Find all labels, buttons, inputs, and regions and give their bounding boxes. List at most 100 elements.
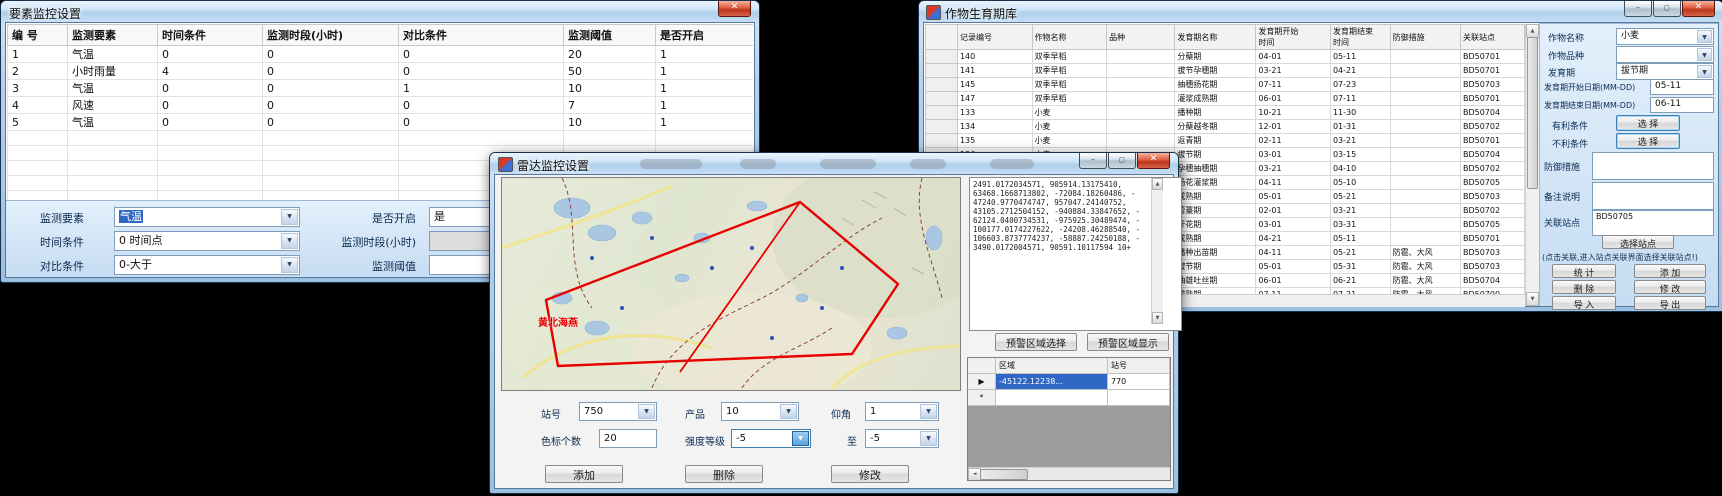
scroll-up-icon[interactable]: ▲: [1526, 24, 1539, 38]
table-row[interactable]: 3气温001101: [8, 80, 754, 97]
station-label: 站号: [541, 406, 561, 421]
time-condition-combo[interactable]: 0 时间点 ▼: [114, 231, 300, 251]
close-button[interactable]: ✕: [1137, 153, 1170, 169]
column-header: 记录编号: [957, 25, 1032, 50]
table-row[interactable]: 147双季早稻灌浆成熟期06-0107-11BD50701: [926, 92, 1525, 106]
import-button[interactable]: 导 入: [1552, 296, 1616, 310]
column-header: 监测要素: [68, 25, 158, 46]
crop-name-label: 作物名称: [1548, 31, 1584, 44]
intensity-combo[interactable]: -5 ▼: [731, 429, 811, 448]
table-row[interactable]: 140双季早稻分蘖期04-0105-11BD50701: [926, 50, 1525, 64]
table-row[interactable]: 133小麦播种期10-2111-30BD50704: [926, 106, 1525, 120]
chevron-down-icon[interactable]: ▼: [780, 404, 797, 419]
column-header: [926, 25, 958, 50]
favorable-select-button[interactable]: 选 择: [1616, 115, 1680, 131]
intensity-to-combo[interactable]: -5 ▼: [865, 429, 939, 448]
chevron-down-icon[interactable]: ▼: [1697, 30, 1712, 43]
chevron-down-icon[interactable]: ▼: [792, 431, 809, 446]
chevron-down-icon[interactable]: ▼: [638, 404, 655, 419]
station-cell[interactable]: 770: [1108, 374, 1170, 390]
chevron-down-icon[interactable]: ▼: [1697, 65, 1712, 78]
scroll-down-icon[interactable]: ▼: [1526, 292, 1539, 306]
remark-textarea[interactable]: [1592, 182, 1714, 210]
colorcount-field[interactable]: 20: [599, 429, 657, 448]
chevron-down-icon[interactable]: ▼: [1697, 48, 1712, 61]
row-selector-icon[interactable]: ▶: [968, 374, 996, 390]
column-header: 时间条件: [158, 25, 263, 46]
column-header: 防御措施: [1390, 25, 1460, 50]
element-monitor-titlebar[interactable]: 要素监控设置 ✕: [1, 1, 759, 22]
modify-button[interactable]: 修 改: [1634, 280, 1706, 294]
region-row[interactable]: ▶ -45122.12238... 770: [968, 374, 1170, 390]
scroll-thumb[interactable]: [980, 469, 1028, 480]
table-row[interactable]: 145双季早稻抽穗扬花期07-1107-23BD50703: [926, 78, 1525, 92]
station-cell[interactable]: [1108, 390, 1170, 406]
stage-end-field[interactable]: 06-11: [1650, 97, 1714, 113]
linked-station-field[interactable]: BD50705: [1592, 210, 1714, 236]
table-row[interactable]: 1气温000201: [8, 46, 754, 63]
chevron-down-icon[interactable]: ▼: [281, 209, 298, 225]
table-row[interactable]: 5气温000101: [8, 114, 754, 131]
elevation-combo[interactable]: 1 ▼: [865, 402, 939, 421]
unfavorable-label: 不利条件: [1552, 137, 1588, 150]
growth-stage-combo[interactable]: 拔节期 ▼: [1616, 63, 1714, 80]
warning-region-map[interactable]: 黄北海燕: [501, 177, 961, 391]
close-button[interactable]: ✕: [718, 1, 751, 17]
app-icon: [926, 5, 941, 20]
period-label: 监测时段(小时): [306, 234, 416, 250]
export-button[interactable]: 导 出: [1634, 296, 1706, 310]
product-combo[interactable]: 10 ▼: [721, 402, 799, 421]
chevron-down-icon[interactable]: ▼: [281, 257, 298, 273]
app-icon: [498, 157, 513, 172]
column-header: 关联站点: [1460, 25, 1524, 50]
table-row[interactable]: 135小麦返青期02-1103-21BD50701: [926, 134, 1525, 148]
region-cell[interactable]: [996, 390, 1108, 406]
redacted-titlebar-item: [740, 159, 776, 169]
delete-button[interactable]: 删除: [685, 465, 763, 483]
stage-start-field[interactable]: 05-11: [1650, 79, 1714, 95]
scroll-down-icon[interactable]: ▼: [1152, 312, 1163, 324]
station-combo[interactable]: 750 ▼: [579, 402, 657, 421]
element-combo[interactable]: 气温 ▼: [114, 207, 300, 227]
coords-vscrollbar[interactable]: ▲ ▼: [1151, 178, 1163, 324]
stat-button[interactable]: 统 计: [1552, 264, 1616, 278]
close-icon: ✕: [1695, 2, 1703, 12]
crop-variety-combo[interactable]: ▼: [1616, 46, 1714, 63]
close-button[interactable]: ✕: [1682, 1, 1715, 17]
table-row[interactable]: 2小时雨量400501: [8, 63, 754, 80]
chevron-down-icon[interactable]: ▼: [920, 404, 937, 419]
table-row[interactable]: 134小麦分蘖越冬期12-0101-31BD50702: [926, 120, 1525, 134]
maximize-button[interactable]: ▢: [1108, 153, 1136, 169]
crop-name-combo[interactable]: 小麦 ▼: [1616, 28, 1714, 45]
region-select-button[interactable]: 预警区域选择: [995, 333, 1077, 351]
maximize-icon: ▢: [1664, 2, 1670, 12]
minimize-button[interactable]: –: [1079, 153, 1107, 169]
map-graphics: [502, 178, 960, 390]
region-grid-hscrollbar[interactable]: ◄: [968, 467, 1170, 480]
scroll-up-icon[interactable]: ▲: [1152, 178, 1163, 190]
crop-stage-titlebar[interactable]: 作物生育期库 – ▢ ✕: [919, 1, 1722, 22]
add-button[interactable]: 添 加: [1634, 264, 1706, 278]
column-header: 发育期结束 时间: [1330, 25, 1390, 50]
region-new-row[interactable]: *: [968, 390, 1170, 406]
new-row-icon[interactable]: *: [968, 390, 996, 406]
chevron-down-icon[interactable]: ▼: [920, 431, 937, 446]
crop-grid-vscrollbar[interactable]: ▲ ▼: [1525, 24, 1539, 306]
minimize-button[interactable]: –: [1624, 1, 1652, 17]
enabled-label: 是否开启: [306, 210, 416, 226]
scroll-thumb[interactable]: [1527, 37, 1538, 189]
region-show-button[interactable]: 预警区域显示: [1087, 333, 1169, 351]
modify-button[interactable]: 修改: [831, 465, 909, 483]
table-row[interactable]: 4风速00071: [8, 97, 754, 114]
maximize-button[interactable]: ▢: [1653, 1, 1681, 17]
chevron-down-icon[interactable]: ▼: [281, 233, 298, 249]
add-button[interactable]: 添加: [545, 465, 623, 483]
delete-button[interactable]: 删 除: [1552, 280, 1616, 294]
pick-station-button[interactable]: 选择站点: [1602, 235, 1674, 249]
unfavorable-select-button[interactable]: 选 择: [1616, 133, 1680, 149]
region-cell[interactable]: -45122.12238...: [996, 374, 1108, 390]
defense-textarea[interactable]: [1592, 152, 1714, 180]
table-row[interactable]: 141双季早稻拔节孕穗期03-2104-21BD50701: [926, 64, 1525, 78]
radar-monitor-titlebar[interactable]: 雷达监控设置 – ▢ ✕: [490, 153, 1178, 174]
compare-condition-combo[interactable]: 0-大于 ▼: [114, 255, 300, 275]
